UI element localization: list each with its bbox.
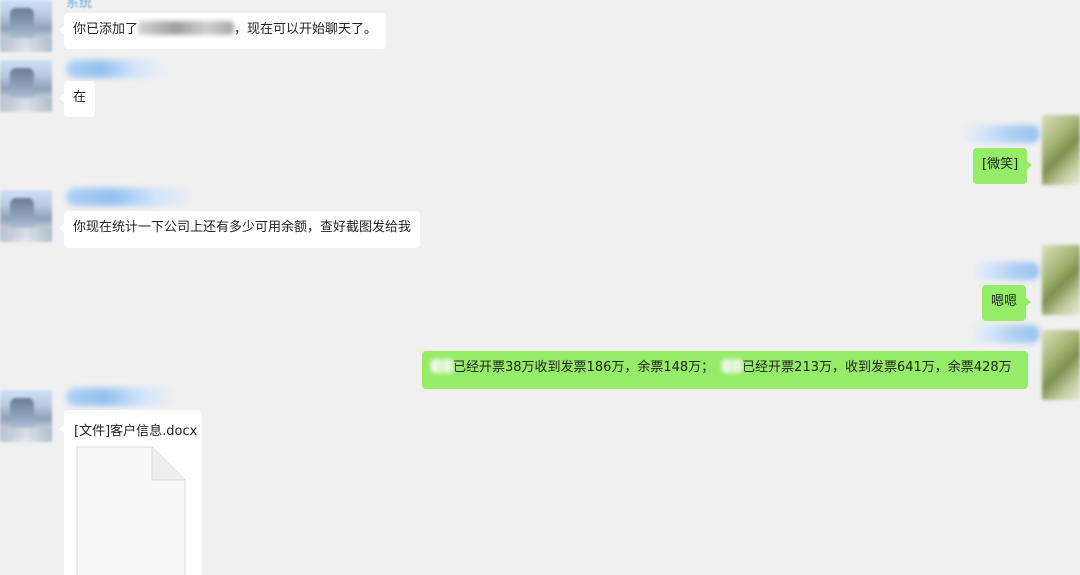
contact-avatar[interactable] xyxy=(0,390,52,442)
message-bubble[interactable]: 你现在统计一下公司上还有多少可用余额，查好截图发给我 xyxy=(58,211,421,248)
contact-avatar[interactable] xyxy=(0,0,52,52)
message-text: 已经开票38万收到发票186万，余票148万； xyxy=(453,360,715,375)
message-text: 你已添加了 xyxy=(73,22,139,37)
message-text: 嗯嗯 xyxy=(991,294,1018,309)
sender-name-redacted xyxy=(970,325,1040,343)
message-bubble[interactable]: 在 xyxy=(58,81,96,117)
document-icon xyxy=(76,446,186,575)
redacted-company xyxy=(722,359,743,373)
message-text: [微笑] xyxy=(982,157,1019,172)
chat-window: 系统 你已添加了 ，现在可以开始聊天了。 在 [微笑] 你现在统计一下公司上还有多… xyxy=(0,0,1080,575)
redacted-company xyxy=(431,359,453,373)
sender-name-redacted xyxy=(960,125,1040,143)
sender-name-redacted xyxy=(970,262,1040,280)
sender-name-redacted xyxy=(66,388,176,406)
message-bubble[interactable]: 已经开票38万收到发票186万，余票148万； 已经开票213万，收到发票641万… xyxy=(422,351,1028,389)
sender-name: 系统 xyxy=(66,0,93,11)
redacted-name xyxy=(138,21,235,35)
sender-name-redacted xyxy=(66,188,196,206)
my-avatar[interactable] xyxy=(1042,115,1080,185)
message-text: 已经开票213万，收到发票641万，余票428万 xyxy=(742,360,1012,375)
my-avatar[interactable] xyxy=(1042,330,1080,400)
message-bubble[interactable]: [微笑] xyxy=(973,148,1033,184)
file-message[interactable]: [文件]客户信息.docx xyxy=(59,410,202,575)
sender-name-redacted xyxy=(66,60,166,78)
message-bubble[interactable]: 嗯嗯 xyxy=(982,285,1032,321)
message-text: 你现在统计一下公司上还有多少可用余额，查好截图发给我 xyxy=(73,220,412,235)
message-bubble[interactable]: 你已添加了 ，现在可以开始聊天了。 xyxy=(58,13,387,49)
file-title: [文件]客户信息.docx xyxy=(74,424,198,439)
message-text: ，现在可以开始聊天了。 xyxy=(234,22,378,37)
message-text: 在 xyxy=(73,90,87,105)
contact-avatar[interactable] xyxy=(0,60,52,112)
contact-avatar[interactable] xyxy=(0,190,52,242)
my-avatar[interactable] xyxy=(1042,245,1080,315)
